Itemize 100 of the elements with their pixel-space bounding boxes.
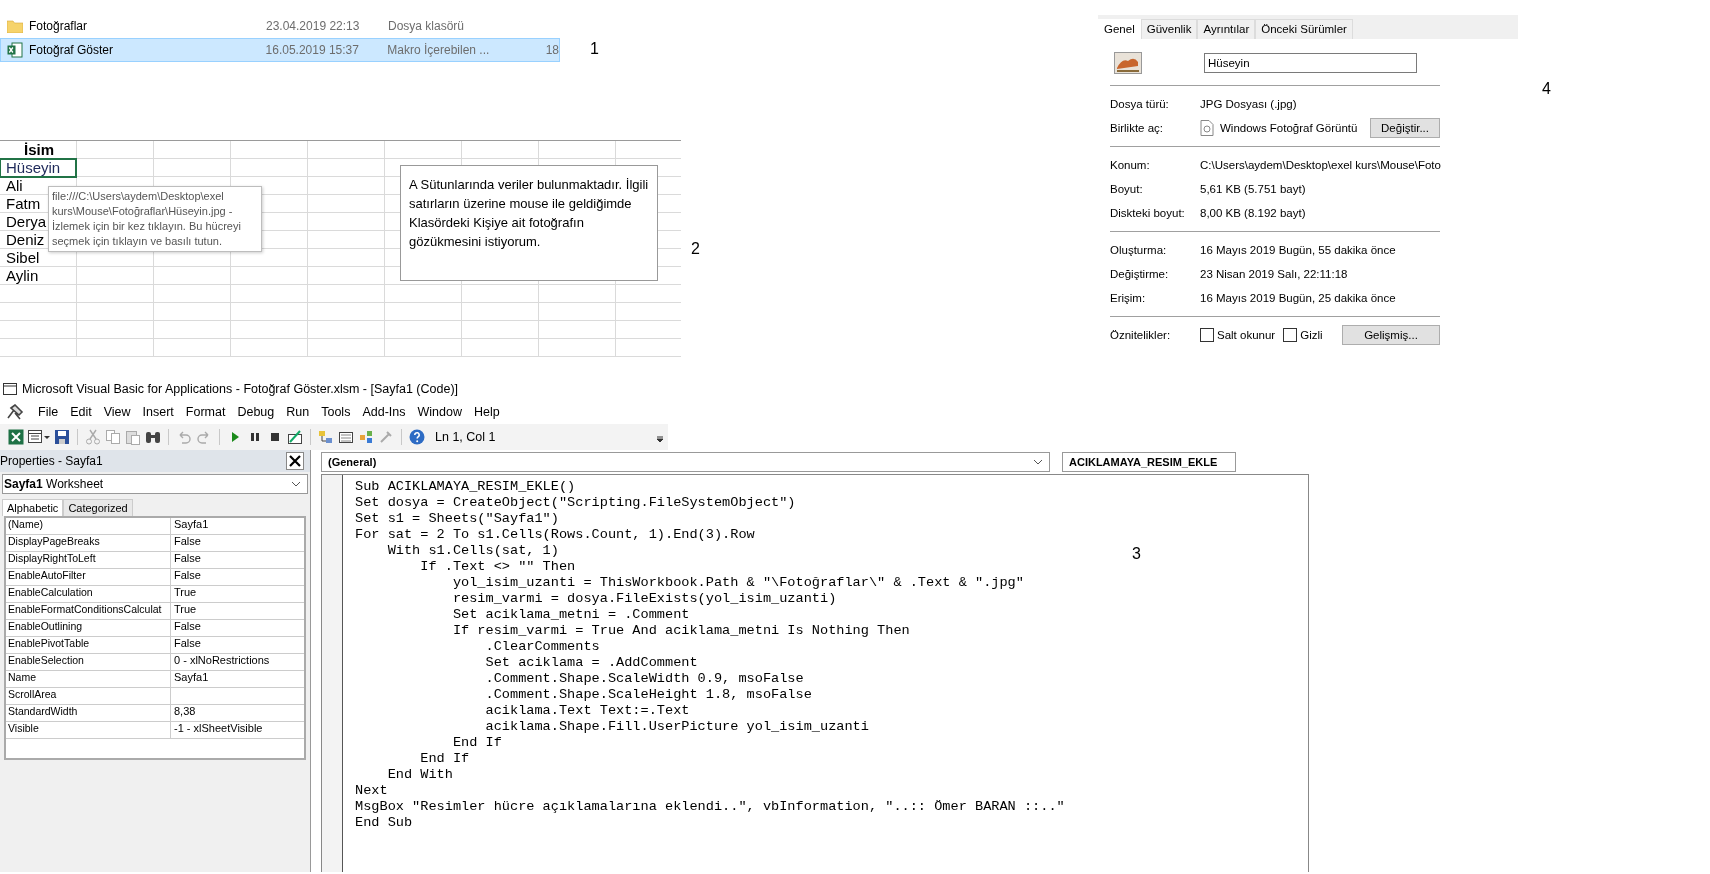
window-title: Microsoft Visual Basic for Applications - Fotoğraf Göster.xlsm - [Sayfa1 (Code)] — [22, 382, 459, 396]
text-box: A Sütunlarında veriler bulunmaktadır. İlgili satırların üzerine mouse ile geldiğimde Klasördeki Kişiye ait fotoğrafın gözükmesini istiyorum. — [400, 165, 658, 281]
file-type: Dosya klasörü — [388, 19, 466, 33]
property-value: C:\Users\aydem\Desktop\exel kurs\Mouse\Foto — [1200, 159, 1441, 171]
checkbox-label: Gizli — [1300, 329, 1323, 341]
property-value: True — [174, 586, 197, 598]
code-line: Set s1 = Sheets("Sayfa1") — [355, 511, 560, 527]
checkbox[interactable] — [1200, 328, 1214, 342]
menu-item[interactable]: Debug — [231, 405, 281, 419]
insert-form-icon[interactable] — [28, 429, 50, 445]
file-type: Makro İçerebilen ... — [387, 43, 491, 57]
property-value: 8,00 KB (8.192 bayt) — [1200, 207, 1306, 219]
file-row[interactable]: Fotoğraf Göster 16.05.2019 15:37 Makro İçerebilen ... 18 — [0, 38, 560, 62]
property-name: Name — [6, 671, 171, 687]
annotation-number: 4 — [1542, 80, 1551, 99]
property-value: Sayfa1 — [174, 518, 209, 530]
code-line: With s1.Cells(sat, 1) — [386, 543, 560, 559]
property-label: Öznitelikler: — [1110, 329, 1172, 341]
menu-item[interactable]: Tools — [315, 405, 357, 419]
property-label: Oluşturma: — [1110, 244, 1168, 256]
vba-icon — [6, 404, 24, 420]
property-value: False — [174, 637, 201, 649]
binoculars-icon[interactable] — [145, 429, 161, 445]
code-line: .Comment.Shape.ScaleHeight 1.8, msoFalse — [484, 687, 813, 703]
menu-item[interactable]: Insert — [136, 405, 180, 419]
menu-item[interactable]: Run — [280, 405, 316, 419]
menu-item[interactable]: File — [32, 405, 65, 419]
procedure-dropdown[interactable]: ACIKLAMAYA_RESIM_EKLE — [1062, 452, 1236, 472]
tab[interactable]: Önceki Sürümler — [1255, 19, 1353, 39]
tab[interactable]: Categorized — [63, 499, 133, 516]
tab[interactable]: Güvenlik — [1140, 19, 1198, 39]
code-line: aciklama.Text Text:=.Text — [484, 703, 691, 719]
change-button[interactable]: Değiştir... — [1370, 118, 1440, 138]
property-name: EnableFormatConditionsCalculat — [6, 603, 171, 619]
property-value: JPG Dosyası (.jpg) — [1200, 98, 1297, 110]
photo-viewer-icon — [1200, 120, 1214, 136]
advanced-button[interactable]: Gelişmiş... — [1342, 325, 1440, 345]
tab[interactable]: Alphabetic — [2, 499, 64, 516]
file-row[interactable]: Fotoğraflar 23.04.2019 22:13 Dosya klasörü — [0, 14, 560, 38]
object-dropdown[interactable]: Sayfa1 Worksheet — [2, 474, 308, 494]
tab[interactable]: Ayrıntılar — [1197, 19, 1256, 39]
property-label: Boyut: — [1110, 183, 1144, 195]
property-label: Dosya türü: — [1110, 98, 1170, 110]
property-value: False — [174, 552, 201, 564]
code-line: Set aciklama_metni = .Comment — [451, 607, 691, 623]
menu-item[interactable]: View — [97, 405, 137, 419]
property-value: -1 - xlSheetVisible — [174, 722, 263, 734]
code-line: Set aciklama = .AddComment — [484, 655, 699, 671]
file-date: 16.05.2019 15:37 — [265, 43, 360, 57]
property-name: EnablePivotTable — [6, 637, 171, 653]
property-name: EnableOutlining — [6, 620, 171, 636]
table-cell[interactable]: Hüseyin — [0, 159, 76, 177]
annotation-number: 1 — [590, 40, 599, 58]
spreadsheet-file-icon — [7, 42, 23, 58]
property-label: Erişim: — [1110, 292, 1147, 304]
chevron-down-icon — [291, 481, 301, 487]
code-line: If resim_varmi = True And aciklama_metni Is Nothing Then — [451, 623, 911, 639]
code-line: End Sub — [355, 815, 414, 831]
code-line: Set dosya = CreateObject("Scripting.FileSystemObject") — [355, 495, 797, 511]
checkbox-label: Salt okunur — [1217, 329, 1276, 341]
menu-item[interactable]: Help — [467, 405, 506, 419]
property-value: False — [174, 620, 201, 632]
property-value: True — [174, 603, 197, 615]
file-name: Fotoğraflar — [29, 19, 89, 33]
property-name: ScrollArea — [6, 688, 171, 704]
code-line: yol_isim_uzanti = ThisWorkbook.Path & "\Fotoğraflar\" & .Text & ".jpg" — [451, 575, 1025, 591]
help-icon[interactable] — [409, 429, 425, 445]
code-line: For sat = 2 To s1.Cells(Rows.Count, 1).End(3).Row — [355, 527, 756, 543]
property-name: Visible — [6, 722, 171, 738]
object-browser-icon[interactable] — [358, 429, 374, 445]
design-mode-icon[interactable] — [287, 429, 303, 445]
code-line: MsgBox "Resimler hücre açıklamalarına eklendi..", vbInformation, "..:: Ömer BARAN ::.." — [355, 799, 1065, 815]
menu-item[interactable]: Add-Ins — [356, 405, 412, 419]
name-field[interactable]: Hüseyin — [1204, 53, 1417, 73]
property-name: EnableCalculation — [6, 586, 171, 602]
tab[interactable]: Genel — [1098, 19, 1141, 39]
file-name: Fotoğraf Göster — [29, 43, 115, 57]
property-value: 8,38 — [174, 705, 196, 717]
property-value: Windows Fotoğraf Görüntü — [1220, 122, 1359, 134]
hyperlink-tooltip: file:///C:\Users\aydem\Desktop\exel kurs\Mouse\Fotoğraflar\Hüseyin.jpg - İzlemek için bir kez tıklayın. Bu hücreyi seçmek için tıklayın ve basılı tutun. — [48, 186, 262, 252]
annotation-number: 3 — [1132, 545, 1141, 563]
property-name: EnableAutoFilter — [6, 569, 171, 585]
object-dropdown[interactable]: (General) — [321, 452, 1050, 472]
property-value: False — [174, 569, 201, 581]
property-value: 16 Mayıs 2019 Bugün, 25 dakika önce — [1200, 292, 1396, 304]
table-cell[interactable]: Aylin — [0, 267, 76, 285]
menu-item[interactable]: Format — [179, 405, 232, 419]
save-icon[interactable] — [54, 429, 70, 445]
table-cell[interactable]: Sibel — [0, 249, 76, 267]
menu-item[interactable]: Edit — [64, 405, 98, 419]
property-label: Diskteki boyut: — [1110, 207, 1186, 219]
menu-item[interactable]: Window — [411, 405, 468, 419]
excel-icon[interactable] — [8, 429, 24, 445]
code-line: resim_varmi = dosya.FileExists(yol_isim_uzanti) — [451, 591, 838, 607]
property-value: 16 Mayıs 2019 Bugün, 55 dakika önce — [1200, 244, 1396, 256]
checkbox[interactable] — [1283, 328, 1298, 342]
pane-title: Properties - Sayfa1 — [0, 454, 103, 468]
properties-icon[interactable] — [338, 429, 354, 445]
close-icon[interactable] — [286, 452, 304, 470]
property-value: 23 Nisan 2019 Salı, 22:11:18 — [1200, 268, 1348, 280]
